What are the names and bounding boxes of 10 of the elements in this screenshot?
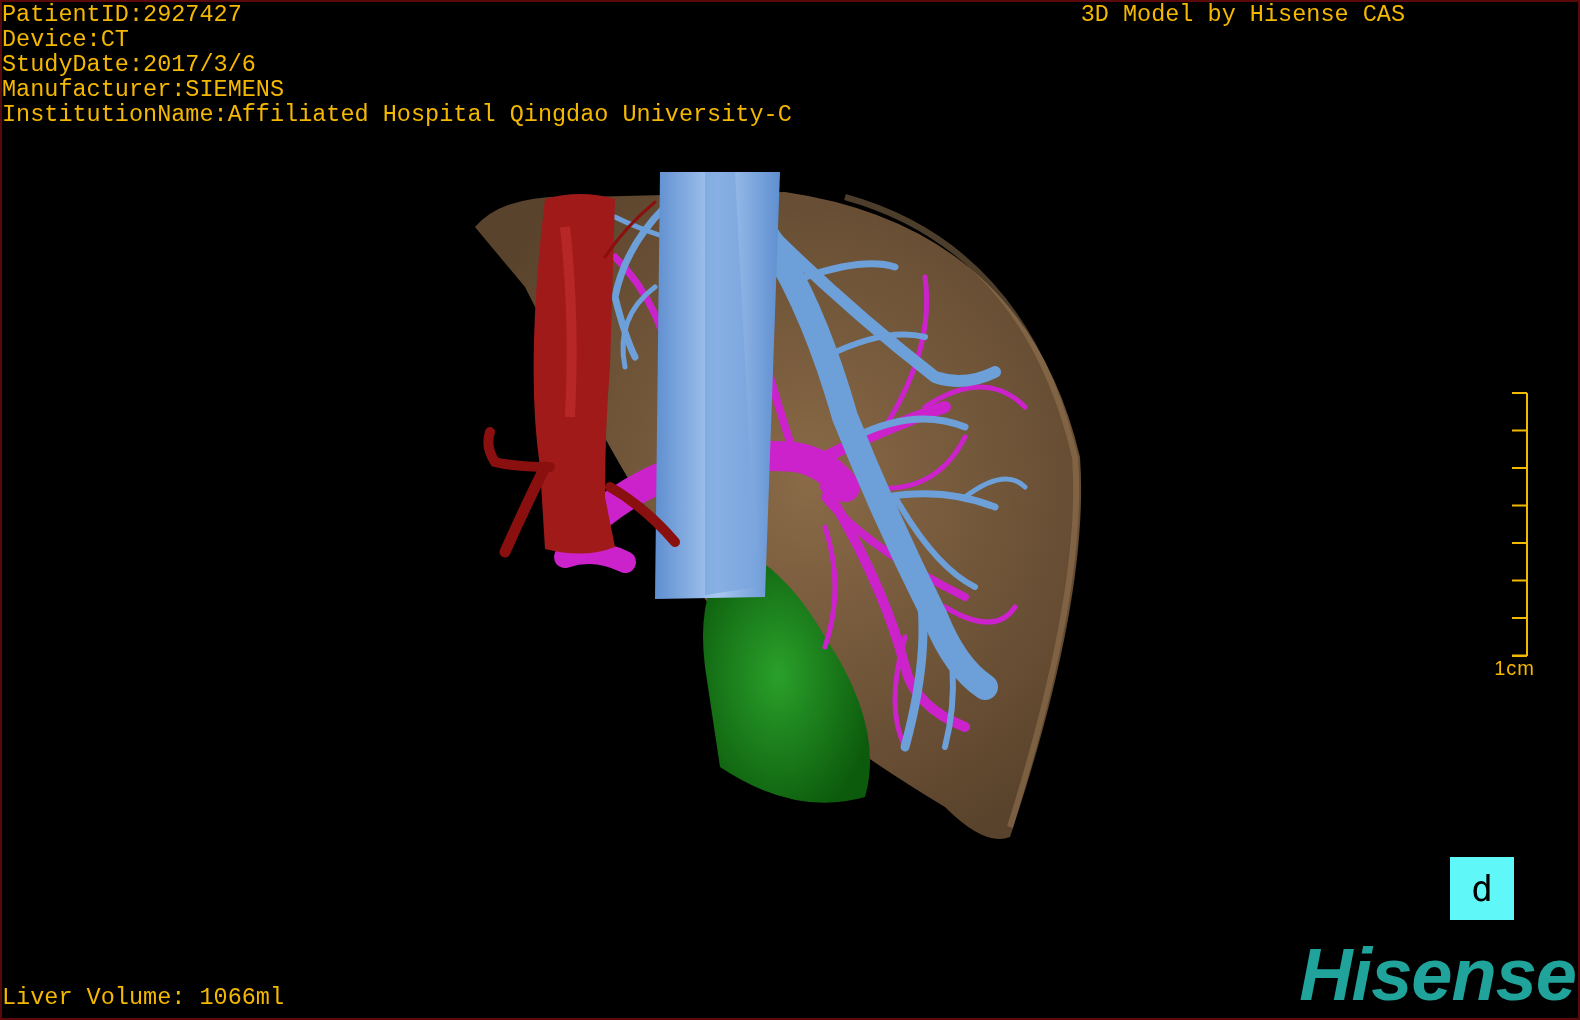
study-info-line: Manufacturer:SIEMENS xyxy=(2,77,285,102)
study-info-line: PatientID:2927427 xyxy=(2,2,242,27)
study-info-line: InstitutionName:Affiliated Hospital Qingdao University-C xyxy=(2,102,792,127)
viewer-title: 3D Model by Hisense CAS xyxy=(1080,2,1405,27)
scale-label: 1cm xyxy=(1494,657,1535,680)
study-info-line: StudyDate:2017/3/6 xyxy=(2,52,256,77)
liver-volume-text: Liver Volume: 1066ml xyxy=(2,985,285,1010)
orientation-cube[interactable]: d xyxy=(1450,857,1514,920)
study-info-line: Device:CT xyxy=(2,27,129,52)
brand-logo: Hisense xyxy=(1299,940,1576,1010)
